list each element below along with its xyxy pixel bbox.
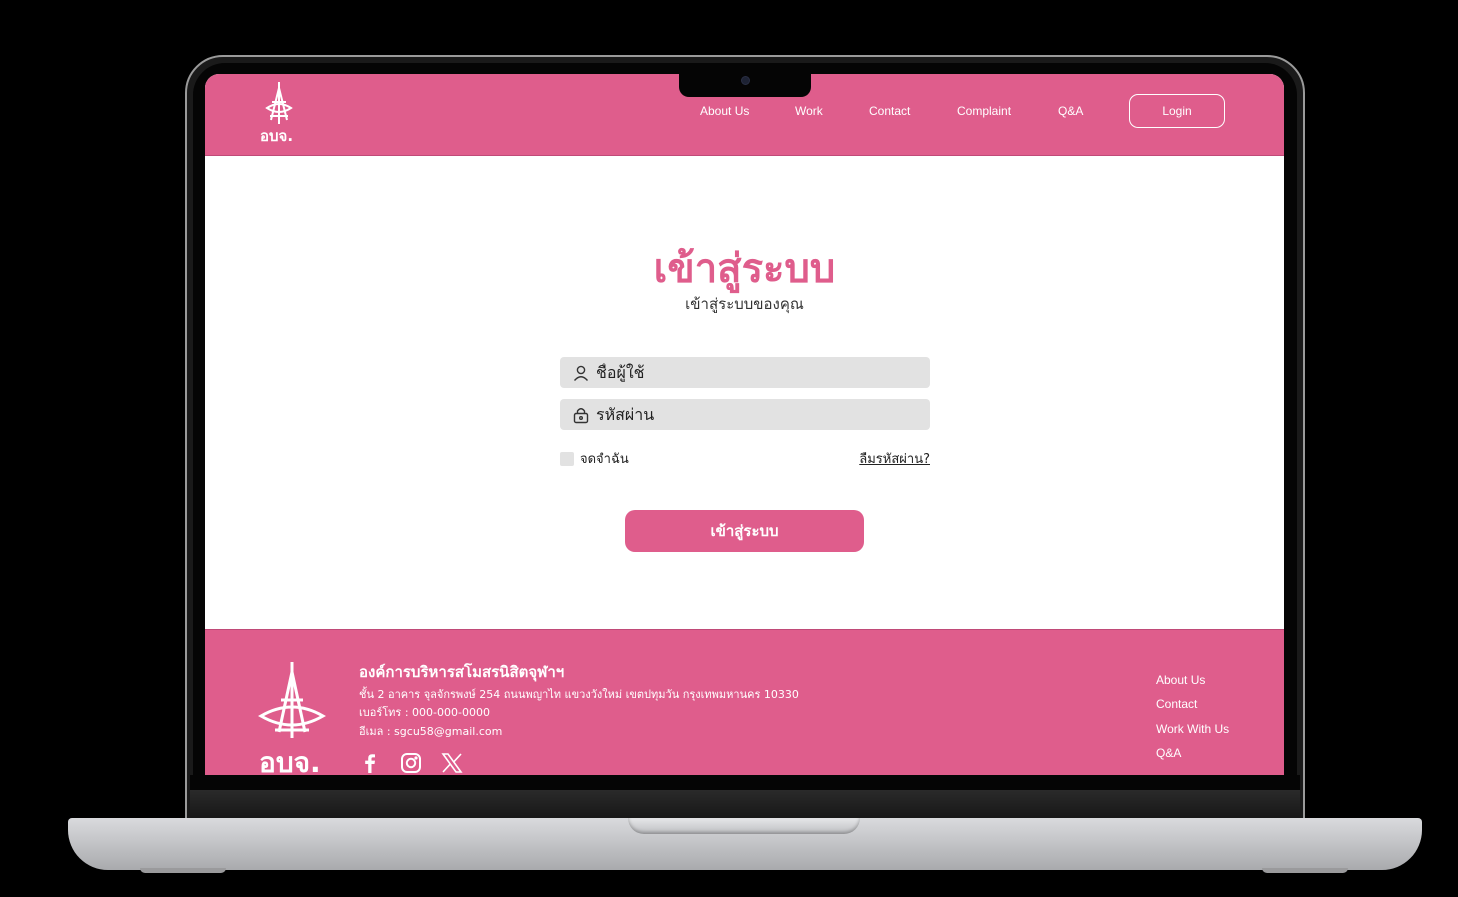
logo-icon[interactable]: อบจ. <box>257 80 301 144</box>
facebook-icon[interactable] <box>359 752 381 774</box>
footer-link-about-us[interactable]: About Us <box>1156 673 1205 687</box>
screen-bezel <box>190 775 1300 790</box>
laptop-foot <box>140 868 226 873</box>
lock-icon <box>572 406 590 424</box>
address: ชั้น 2 อาคาร จุลจักรพงษ์ 254 ถนนพญาไท แข… <box>359 688 799 701</box>
nav-contact[interactable]: Contact <box>869 104 910 118</box>
screen: อบจ. About Us Work Contact Complaint Q&A… <box>205 74 1284 775</box>
logo-icon: อบจ. <box>258 662 326 775</box>
login-button[interactable]: Login <box>1129 94 1225 128</box>
username-input[interactable] <box>596 363 916 382</box>
nav-work[interactable]: Work <box>795 104 823 118</box>
footer-link-work-with-us[interactable]: Work With Us <box>1156 722 1229 736</box>
nav-about-us[interactable]: About Us <box>700 104 749 118</box>
footer-link-qa[interactable]: Q&A <box>1156 746 1181 760</box>
email: อีเมล : sgcu58@gmail.com <box>359 725 503 738</box>
laptop-hinge <box>190 790 1300 820</box>
submit-button[interactable]: เข้าสู่ระบบ <box>625 510 864 552</box>
phone: เบอร์โทร : 000-000-0000 <box>359 706 490 719</box>
password-field[interactable] <box>560 399 930 430</box>
remember-checkbox[interactable] <box>560 451 574 466</box>
forgot-password-link[interactable]: ลืมรหัสผ่าน? <box>859 448 930 469</box>
username-field[interactable] <box>560 357 930 388</box>
nav-qa[interactable]: Q&A <box>1058 104 1083 118</box>
camera-notch <box>679 74 811 97</box>
user-icon <box>572 364 590 382</box>
remember-me: จดจำฉัน <box>560 448 629 469</box>
laptop-base-notch <box>628 818 860 834</box>
site-footer: อบจ. องค์การบริหารสโมสรนิสิตจุฬาฯ ชั้น 2… <box>205 629 1284 775</box>
footer-link-contact[interactable]: Contact <box>1156 697 1197 711</box>
page-title: เข้าสู่ระบบ <box>653 246 836 292</box>
x-icon[interactable] <box>441 752 463 774</box>
instagram-icon[interactable] <box>400 752 422 774</box>
svg-text:อบจ.: อบจ. <box>259 746 321 775</box>
page-subtitle: เข้าสู่ระบบของคุณ <box>685 295 804 313</box>
password-input[interactable] <box>596 405 916 424</box>
laptop-foot <box>1262 868 1348 873</box>
svg-text:อบจ.: อบจ. <box>260 127 293 144</box>
camera-icon <box>741 76 750 85</box>
nav-complaint[interactable]: Complaint <box>957 104 1011 118</box>
org-name: องค์การบริหารสโมสรนิสิตจุฬาฯ <box>359 663 565 681</box>
remember-label: จดจำฉัน <box>580 452 629 467</box>
